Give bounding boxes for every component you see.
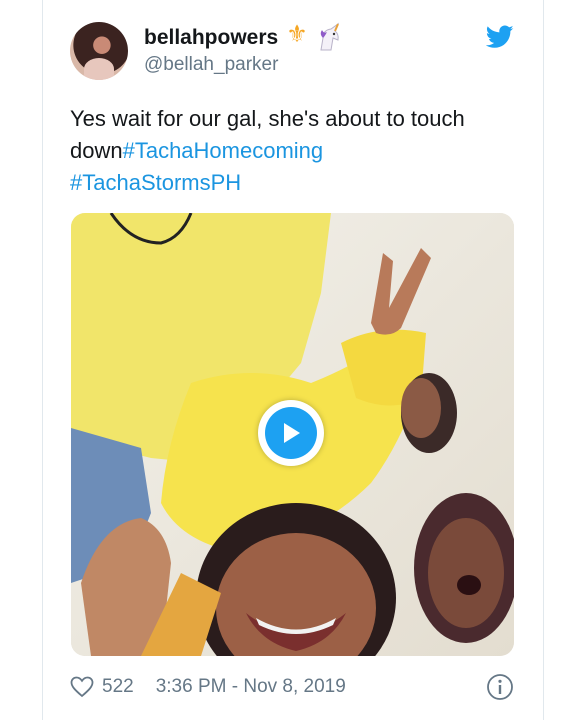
hashtag-link-2[interactable]: #TachaStormsPH [70, 170, 241, 195]
name-badges: ⚜ [283, 22, 343, 52]
hashtag-link-1[interactable]: #TachaHomecoming [123, 138, 324, 163]
user-handle[interactable]: @bellah_parker [144, 54, 278, 76]
play-icon-circle [265, 407, 317, 459]
tweet-timestamp[interactable]: 3:36 PM - Nov 8, 2019 [156, 676, 346, 698]
unicorn-icon [320, 22, 340, 51]
heart-icon[interactable] [70, 676, 94, 698]
trident-icon: ⚜ [286, 21, 308, 48]
like-count[interactable]: 522 [102, 676, 134, 698]
tweet-text: Yes wait for our gal, she's about to tou… [70, 103, 500, 199]
display-name[interactable]: bellahpowers [144, 26, 278, 50]
play-icon [284, 423, 300, 443]
twitter-bird-icon[interactable] [486, 25, 514, 49]
info-icon[interactable] [486, 673, 514, 701]
play-button[interactable] [258, 400, 324, 466]
tweet-footer: 522 3:36 PM - Nov 8, 2019 [70, 673, 346, 701]
avatar[interactable] [70, 22, 128, 80]
